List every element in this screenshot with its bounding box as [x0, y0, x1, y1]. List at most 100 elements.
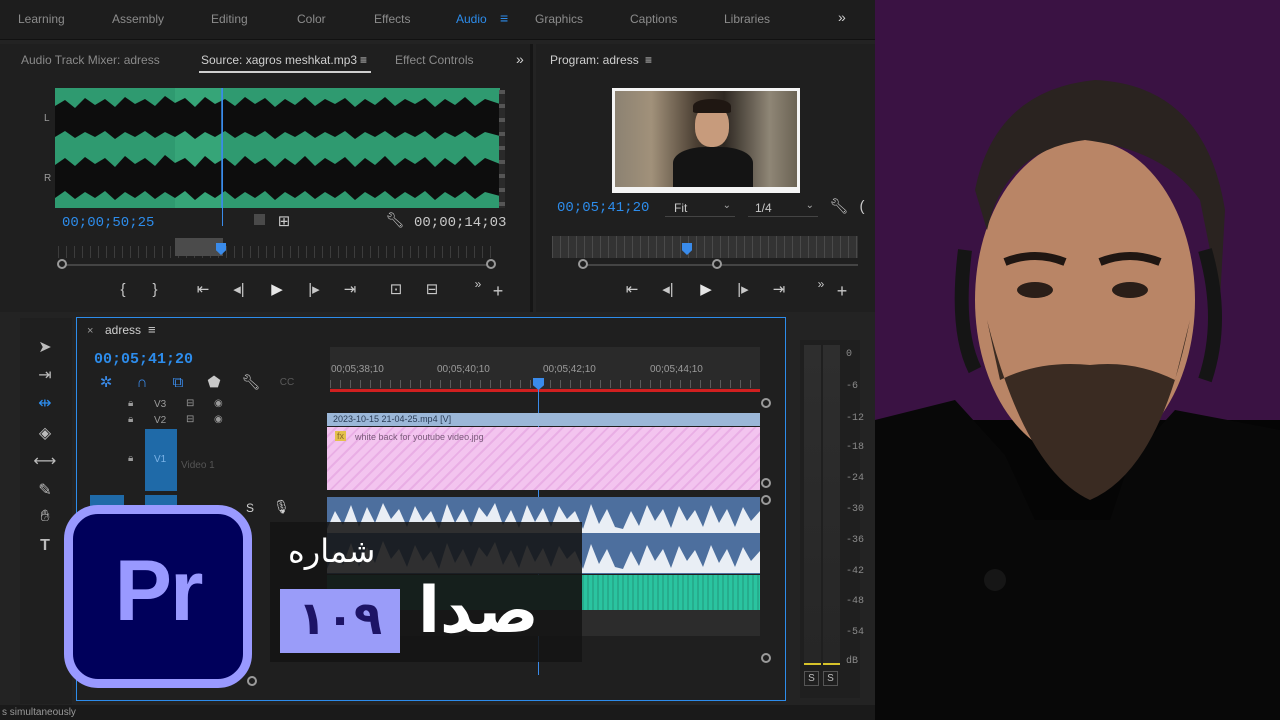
timeline-timecode[interactable]: 00;05;41;20 [94, 351, 193, 368]
program-timecode[interactable]: 00;05;41;20 [557, 200, 649, 216]
hand-tool-icon[interactable]: ✋︎ [33, 508, 57, 526]
workspace-editing[interactable]: Editing [211, 12, 248, 26]
clip-audio-a2-right[interactable] [582, 575, 760, 610]
timeline-audio-vscroll-top[interactable] [761, 495, 771, 505]
source-zoom-scrollbar[interactable] [499, 90, 505, 208]
meter-solo-right-button[interactable]: S [823, 671, 838, 686]
source-zoom-handle-left[interactable] [57, 259, 67, 269]
eye-v3-icon[interactable]: ◉ [214, 398, 223, 409]
program-play-icon[interactable]: ▶ [695, 282, 717, 298]
sync-v3-icon[interactable]: ⊟ [186, 398, 194, 409]
type-tool-icon[interactable]: T [33, 537, 57, 555]
source-add-button-icon[interactable]: + [487, 282, 509, 300]
program-title[interactable]: Program: adress [550, 53, 639, 67]
tab-audio-track-mixer[interactable]: Audio Track Mixer: adress [21, 53, 160, 67]
program-more-controls-icon[interactable]: » [810, 276, 832, 292]
step-forward-icon[interactable]: |▸ [303, 282, 325, 298]
source-waveform[interactable] [55, 88, 500, 208]
resolution-dropdown[interactable]: 1/4 ⌄ [748, 198, 818, 217]
fit-dropdown[interactable]: Fit ⌄ [665, 198, 735, 217]
workspace-libraries[interactable]: Libraries [724, 12, 770, 26]
program-zoom-handle-right[interactable] [712, 259, 722, 269]
step-back-icon[interactable]: ◂| [228, 282, 250, 298]
play-icon[interactable]: ▶ [266, 282, 288, 298]
workspace-menu-icon[interactable]: ≡ [500, 10, 508, 26]
linked-selection-icon[interactable]: ⧉ [167, 375, 189, 391]
mark-out-icon[interactable]: } [144, 282, 166, 298]
selection-tool-icon[interactable]: ➤ [33, 337, 57, 357]
program-zoom-handle-left[interactable] [578, 259, 588, 269]
program-go-to-in-icon[interactable]: ⇤ [621, 282, 643, 298]
eye-v2-icon[interactable]: ◉ [214, 414, 223, 425]
program-go-to-out-icon[interactable]: ⇥ [768, 282, 790, 298]
wrench-icon[interactable]: 🔧︎ [384, 213, 406, 229]
timeline-vscroll-top[interactable] [761, 398, 771, 408]
ripple-edit-tool-icon[interactable]: ⇹ [33, 393, 57, 413]
workspace-bar: Learning Assembly Editing Color Effects … [0, 0, 875, 40]
workspace-overflow-icon[interactable]: » [838, 9, 846, 25]
episode-number: ۱۰۹ [297, 591, 383, 645]
workspace-assembly[interactable]: Assembly [112, 12, 164, 26]
add-marker-icon[interactable]: ⬟ [203, 375, 225, 391]
workspace-learning[interactable]: Learning [18, 12, 65, 26]
tab-effect-controls[interactable]: Effect Controls [395, 53, 473, 67]
timeline-audio-vscroll-bottom[interactable] [761, 653, 771, 663]
snap-icon[interactable]: ∩ [131, 375, 153, 391]
source-zoom-bar[interactable] [58, 264, 492, 266]
source-timecode[interactable]: 00;00;50;25 [62, 215, 154, 231]
workspace-audio[interactable]: Audio [456, 12, 487, 26]
pen-tool-icon[interactable]: ✎ [33, 480, 57, 500]
lock-v2-icon[interactable]: 🔒︎ [128, 414, 133, 425]
meter-label-30: -30 [846, 504, 865, 515]
source-tab-menu-icon[interactable]: ≡ [360, 53, 367, 67]
lock-v1-icon[interactable]: 🔒︎ [128, 453, 133, 464]
program-video-frame[interactable] [612, 88, 800, 193]
captions-icon[interactable]: CC [276, 375, 298, 391]
meter-solo-left-button[interactable]: S [804, 671, 819, 686]
timeline-close-icon[interactable]: × [87, 325, 93, 337]
voiceover-mic-icon[interactable]: 🎙︎ [273, 499, 290, 515]
program-wrench-icon[interactable]: 🔧︎ [828, 199, 850, 215]
program-step-forward-icon[interactable]: |▸ [732, 282, 754, 298]
insert-icon[interactable] [254, 214, 265, 225]
active-tab-underline [199, 71, 371, 73]
source-in-out-range[interactable] [175, 238, 223, 256]
sequence-name[interactable]: adress [105, 323, 141, 337]
track-select-tool-icon[interactable]: ⇥ [33, 365, 57, 385]
timeline-vscroll-mid[interactable] [761, 478, 771, 488]
razor-tool-icon[interactable]: ◈ [33, 423, 57, 443]
overwrite-clip-icon[interactable]: ⊟ [421, 282, 443, 298]
lock-v3-icon[interactable]: 🔒︎ [128, 398, 133, 409]
workspace-effects[interactable]: Effects [374, 12, 410, 26]
workspace-graphics[interactable]: Graphics [535, 12, 583, 26]
clip-video-mp4[interactable]: 2023-10-15 21-04-25.mp4 [V] [327, 413, 760, 426]
source-duration: 00;00;14;03 [414, 215, 507, 231]
program-add-button-icon[interactable]: + [831, 282, 853, 300]
go-to-out-icon[interactable]: ⇥ [339, 282, 361, 298]
program-video-body [673, 147, 753, 187]
timeline-settings-icon[interactable]: 🔧︎ [240, 375, 262, 391]
nest-icon[interactable]: ✲ [95, 375, 117, 391]
tab-source[interactable]: Source: xagros meshkat.mp3 [201, 53, 357, 67]
source-more-controls-icon[interactable]: » [467, 276, 489, 292]
program-menu-icon[interactable]: ≡ [645, 53, 652, 67]
chevron-down-icon: ⌄ [722, 200, 731, 211]
slip-tool-icon[interactable]: ⟷ [33, 451, 57, 471]
sequence-menu-icon[interactable]: ≡ [148, 322, 156, 337]
workspace-captions[interactable]: Captions [630, 12, 677, 26]
go-to-in-icon[interactable]: ⇤ [192, 282, 214, 298]
source-overflow-icon[interactable]: » [516, 51, 524, 67]
timeline-hscroll-handle[interactable] [247, 676, 257, 686]
program-time-ruler[interactable] [552, 236, 858, 258]
workspace-color[interactable]: Color [297, 12, 326, 26]
clip-image-jpg[interactable]: fx white back for youtube video.jpg [327, 427, 760, 490]
program-step-back-icon[interactable]: ◂| [657, 282, 679, 298]
program-extra-icon[interactable]: ( [851, 199, 873, 215]
track-a1-solo[interactable]: S [246, 501, 254, 515]
insert-clip-icon[interactable]: ⊡ [385, 282, 407, 298]
source-zoom-handle-right[interactable] [486, 259, 496, 269]
drag-audio-icon[interactable]: ⊞ [273, 214, 295, 230]
mark-in-icon[interactable]: { [112, 282, 134, 298]
source-time-ruler[interactable] [58, 246, 492, 258]
sync-v2-icon[interactable]: ⊟ [186, 414, 194, 425]
